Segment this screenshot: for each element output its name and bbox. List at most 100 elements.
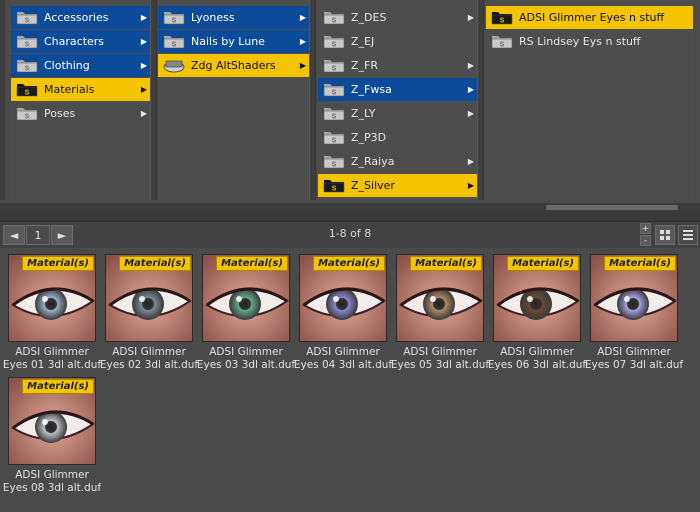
folder-icon: S [163, 10, 185, 25]
folder-icon: S [323, 58, 345, 73]
folder-icon: S [323, 106, 345, 121]
category-item[interactable]: S RS Lindsey Eys n stuff [486, 30, 693, 53]
caption-line-1: ADSI Glimmer [112, 346, 186, 358]
expand-arrow-icon: ▶ [467, 157, 474, 166]
column-splitter[interactable] [150, 0, 157, 200]
svg-text:S: S [332, 114, 337, 121]
folder-icon: S [323, 82, 345, 97]
category-column-3: S Z_DES ▶ S Z_EJ S Z_FR ▶ S Z_Fwsa ▶ S Z_LY ▶ S Z_P3D S Z… [318, 0, 477, 200]
category-item-label: Poses [44, 107, 76, 120]
category-item-label: Z_Raiya [351, 155, 395, 168]
expand-arrow-icon: ▶ [467, 61, 474, 70]
caption-line-2: Eyes 03 3dl alt.duf [196, 359, 296, 371]
expand-arrow-icon: ▶ [467, 85, 474, 94]
expand-arrow-icon: ▶ [140, 37, 147, 46]
category-item[interactable]: S Z_LY ▶ [318, 102, 477, 125]
svg-text:S: S [25, 90, 30, 97]
expand-arrow-icon: ▶ [467, 181, 474, 190]
category-item[interactable]: S Z_FR ▶ [318, 54, 477, 77]
zoom-out-button[interactable]: - [640, 235, 651, 246]
material-badge: Material(s) [119, 256, 191, 271]
svg-text:S: S [332, 42, 337, 49]
material-thumbnail[interactable]: Material(s) [8, 254, 96, 342]
results-toolbar: ◄ 1 ► 1-8 of 8 + - [0, 221, 700, 249]
folder-icon: S [323, 154, 345, 169]
caption-line-2: Eyes 02 3dl alt.duf [99, 359, 199, 371]
svg-text:S: S [25, 114, 30, 121]
material-badge: Material(s) [216, 256, 288, 271]
material-badge: Material(s) [604, 256, 676, 271]
category-item-label: Zdg AltShaders [191, 59, 276, 72]
grid-view-icon [660, 230, 670, 240]
result-count: 1-8 of 8 [328, 227, 372, 240]
category-item[interactable]: S ADSI Glimmer Eyes n stuff [486, 6, 693, 29]
expand-arrow-icon: ▶ [467, 13, 474, 22]
material-thumbnail[interactable]: Material(s) [299, 254, 387, 342]
thumbnail-caption: ADSI Glimmer Eyes 03 3dl alt.duf [196, 346, 296, 372]
folder-icon: S [323, 130, 345, 145]
category-item[interactable]: S Lyoness ▶ [158, 6, 309, 29]
svg-text:S: S [332, 138, 337, 145]
expand-arrow-icon: ▶ [467, 109, 474, 118]
folder-icon: S [491, 10, 513, 25]
category-item[interactable]: S Poses ▶ [11, 102, 150, 125]
material-thumbnail[interactable]: Material(s) [396, 254, 484, 342]
list-view-button[interactable] [678, 225, 698, 245]
thumbnail-caption: ADSI Glimmer Eyes 02 3dl alt.duf [99, 346, 199, 372]
svg-text:S: S [172, 42, 177, 49]
category-item[interactable]: S Z_EJ [318, 30, 477, 53]
svg-text:S: S [332, 66, 337, 73]
category-item-label: RS Lindsey Eys n stuff [519, 35, 641, 48]
category-item[interactable]: S Materials ▶ [11, 78, 150, 101]
column-splitter[interactable] [477, 0, 484, 200]
category-item[interactable]: S Characters ▶ [11, 30, 150, 53]
category-item[interactable]: S Z_DES ▶ [318, 6, 477, 29]
grid-view-button[interactable] [655, 225, 675, 245]
list-view-icon [683, 230, 693, 240]
category-item[interactable]: S Clothing ▶ [11, 54, 150, 77]
horizontal-scrollbar-thumb[interactable] [546, 205, 678, 210]
category-item[interactable]: S Z_P3D [318, 126, 477, 149]
svg-text:S: S [25, 18, 30, 25]
category-item-label: Z_Fwsa [351, 83, 392, 96]
material-badge: Material(s) [507, 256, 579, 271]
thumbnail-caption: ADSI Glimmer Eyes 01 3dl alt.duf [2, 346, 102, 372]
folder-icon: S [16, 106, 38, 121]
caption-line-2: Eyes 05 3dl alt.duf [390, 359, 490, 371]
expand-arrow-icon: ▶ [299, 37, 306, 46]
folder-icon: S [163, 34, 185, 49]
expand-arrow-icon: ▶ [140, 85, 147, 94]
category-item[interactable]: S Accessories ▶ [11, 6, 150, 29]
category-column-1: S Accessories ▶ S Characters ▶ S Clothing ▶ S Mate… [11, 0, 150, 200]
category-item-label: Z_LY [351, 107, 376, 120]
category-item-label: Z_P3D [351, 131, 387, 144]
material-thumbnail[interactable]: Material(s) [202, 254, 290, 342]
category-item-label: ADSI Glimmer Eyes n stuff [519, 11, 665, 24]
category-item[interactable]: S Z_Silver ▶ [318, 174, 477, 197]
category-item-label: Materials [44, 83, 95, 96]
svg-text:S: S [500, 18, 505, 25]
category-item[interactable]: Zdg AltShaders ▶ [158, 54, 309, 77]
material-thumbnail[interactable]: Material(s) [105, 254, 193, 342]
content-browser: S Accessories ▶ S Characters ▶ S Clothing ▶ S Mate… [0, 0, 700, 212]
category-item-label: Z_EJ [351, 35, 375, 48]
svg-text:S: S [332, 162, 337, 169]
caption-line-1: ADSI Glimmer [597, 346, 671, 358]
material-thumbnail[interactable]: Material(s) [590, 254, 678, 342]
material-thumbnail[interactable]: Material(s) [493, 254, 581, 342]
caption-line-1: ADSI Glimmer [15, 346, 89, 358]
panel-splitter[interactable] [0, 212, 700, 221]
category-item-label: Characters [44, 35, 105, 48]
category-item[interactable]: S Z_Raiya ▶ [318, 150, 477, 173]
svg-text:S: S [332, 90, 337, 97]
caption-line-1: ADSI Glimmer [209, 346, 283, 358]
svg-text:S: S [25, 66, 30, 73]
expand-arrow-icon: ▶ [140, 109, 147, 118]
category-item[interactable]: S Z_Fwsa ▶ [318, 78, 477, 101]
column-splitter[interactable] [309, 0, 316, 200]
material-thumbnail[interactable]: Material(s) [8, 377, 96, 465]
zoom-in-button[interactable]: + [640, 223, 651, 234]
category-item[interactable]: S Nails by Lune ▶ [158, 30, 309, 53]
category-item-label: Nails by Lune [191, 35, 265, 48]
folder-icon: S [323, 178, 345, 193]
